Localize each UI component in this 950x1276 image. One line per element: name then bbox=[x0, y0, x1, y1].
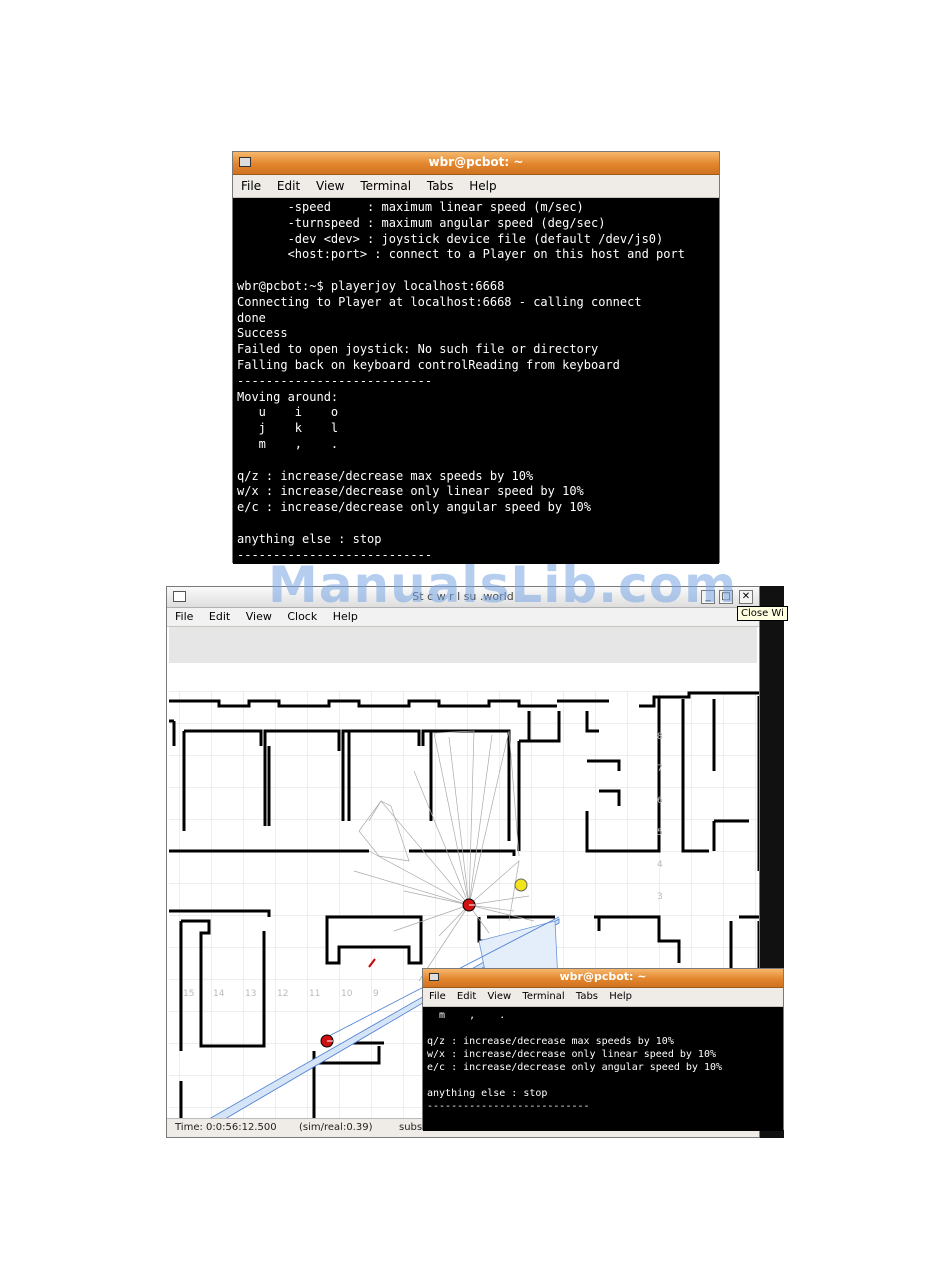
terminal-line: q/z : increase/decrease max speeds by 10… bbox=[427, 1036, 674, 1047]
terminal-line: e/c : increase/decrease only angular spe… bbox=[237, 500, 592, 515]
grid-label-y: 4 bbox=[657, 860, 663, 870]
terminal-line: --------------------------- bbox=[427, 1101, 590, 1112]
terminal-line: wbr@pcbot:~$ playerjoy localhost:6668 bbox=[237, 278, 505, 293]
status-time: Time: 0:0:56:12.500 bbox=[175, 1122, 277, 1133]
robot-red-1[interactable] bbox=[462, 898, 476, 912]
robot-red-2[interactable] bbox=[320, 1034, 334, 1048]
terminal-line: u i o bbox=[237, 405, 339, 420]
grid-label-x: 13 bbox=[245, 989, 256, 999]
terminal-line: Success bbox=[237, 326, 288, 341]
terminal-line: done bbox=[237, 310, 266, 325]
terminal-bottom-output[interactable]: m , . q/z : increase/decrease max speeds … bbox=[423, 1007, 783, 1131]
menu-edit[interactable]: Edit bbox=[277, 179, 300, 193]
menu-help[interactable]: Help bbox=[469, 179, 496, 193]
terminal-line: Falling back on keyboard controlReading … bbox=[237, 357, 620, 372]
close-button[interactable]: ✕ bbox=[739, 590, 753, 604]
grid-label-y: 5 bbox=[657, 828, 663, 838]
terminal-line: q/z : increase/decrease max speeds by 10… bbox=[237, 468, 534, 483]
menu-view[interactable]: View bbox=[487, 991, 511, 1002]
menu-edit[interactable]: Edit bbox=[457, 991, 476, 1002]
grid-axis-labels-x: 15 14 13 12 11 10 9 bbox=[183, 989, 379, 999]
terminal-line: m , . bbox=[427, 1010, 506, 1021]
grid-label-y: 8 bbox=[657, 732, 663, 742]
terminal-window-top[interactable]: wbr@pcbot: ~ File Edit View Terminal Tab… bbox=[232, 151, 720, 564]
grid-label-x: 15 bbox=[183, 989, 194, 999]
menu-tabs[interactable]: Tabs bbox=[427, 179, 454, 193]
terminal-line: -dev <dev> : joystick device file (defau… bbox=[237, 231, 664, 246]
status-subs: subs bbox=[399, 1122, 423, 1133]
terminal-line: Failed to open joystick: No such file or… bbox=[237, 342, 599, 357]
stage-menu-file[interactable]: File bbox=[175, 610, 193, 623]
menu-terminal[interactable]: Terminal bbox=[360, 179, 411, 193]
terminal-line: Connecting to Player at localhost:6668 -… bbox=[237, 294, 642, 309]
terminal-line: anything else : stop bbox=[237, 531, 382, 546]
grid-label-x: 14 bbox=[213, 989, 225, 999]
terminal-line: w/x : increase/decrease only linear spee… bbox=[427, 1049, 716, 1060]
stage-toolbar-area bbox=[169, 627, 757, 663]
terminal-line: j k l bbox=[237, 421, 339, 436]
terminal-top-menubar: File Edit View Terminal Tabs Help bbox=[233, 175, 719, 198]
stage-menu-edit[interactable]: Edit bbox=[209, 610, 230, 623]
grid-label-y: 7 bbox=[657, 764, 663, 774]
grid-label-x: 9 bbox=[373, 989, 379, 999]
menu-terminal[interactable]: Terminal bbox=[522, 991, 564, 1002]
status-ratio: (sim/real:0.39) bbox=[299, 1122, 373, 1133]
menu-file[interactable]: File bbox=[429, 991, 446, 1002]
grid-label-x: 10 bbox=[341, 989, 353, 999]
grid-label-x: 12 bbox=[277, 989, 288, 999]
grid-label-x: 11 bbox=[309, 989, 320, 999]
terminal-top-output[interactable]: -speed : maximum linear speed (m/sec) -t… bbox=[233, 198, 719, 564]
terminal-bottom-titlebar[interactable]: wbr@pcbot: ~ bbox=[423, 969, 783, 988]
terminal-line: e/c : increase/decrease only angular spe… bbox=[427, 1062, 723, 1073]
terminal-line: anything else : stop bbox=[427, 1088, 548, 1099]
grid-label-y: 3 bbox=[657, 892, 663, 902]
terminal-window-bottom[interactable]: wbr@pcbot: ~ File Edit View Terminal Tab… bbox=[422, 968, 784, 1131]
grid-label-y: 6 bbox=[657, 796, 663, 806]
terminal-line: w/x : increase/decrease only linear spee… bbox=[237, 484, 584, 499]
menu-view[interactable]: View bbox=[316, 179, 344, 193]
watermark: ManualsLib.com bbox=[268, 556, 738, 614]
menu-file[interactable]: File bbox=[241, 179, 261, 193]
terminal-bottom-menubar: File Edit View Terminal Tabs Help bbox=[423, 988, 783, 1007]
terminal-line: <host:port> : connect to a Player on thi… bbox=[237, 247, 685, 262]
menu-help[interactable]: Help bbox=[609, 991, 632, 1002]
terminal-top-title: wbr@pcbot: ~ bbox=[428, 155, 524, 169]
close-window-tooltip: Close Wi bbox=[737, 606, 788, 621]
robot-yellow[interactable] bbox=[514, 878, 528, 892]
menu-tabs[interactable]: Tabs bbox=[576, 991, 598, 1002]
terminal-line: --------------------------- bbox=[237, 373, 433, 388]
terminal-line: m , . bbox=[237, 436, 339, 451]
terminal-bottom-title: wbr@pcbot: ~ bbox=[559, 970, 647, 983]
terminal-top-titlebar[interactable]: wbr@pcbot: ~ bbox=[233, 152, 719, 175]
terminal-line: -speed : maximum linear speed (m/sec) bbox=[237, 200, 584, 214]
terminal-line: Moving around: bbox=[237, 389, 339, 404]
terminal-line: -turnspeed : maximum angular speed (deg/… bbox=[237, 215, 606, 230]
